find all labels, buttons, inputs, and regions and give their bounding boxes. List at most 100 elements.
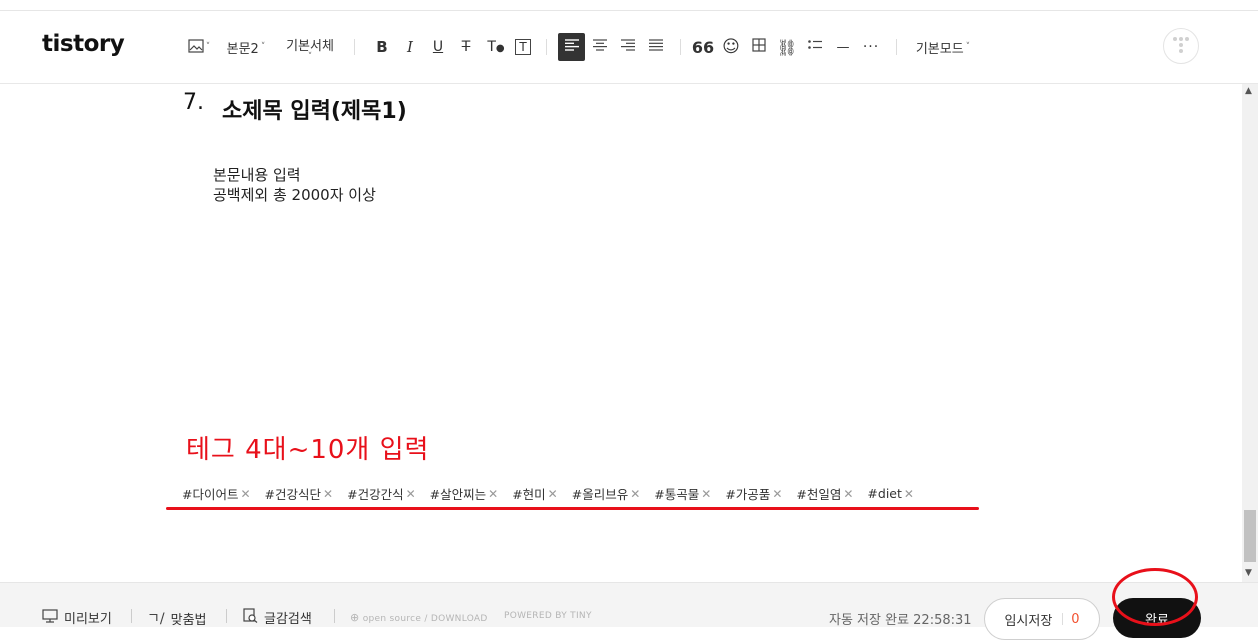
underline-icon: U [432,39,444,55]
close-icon[interactable]: ✕ [406,487,416,501]
scrollbar-thumb[interactable] [1244,510,1256,562]
spellcheck-icon: ㄱ/ [147,611,165,627]
image-button[interactable]: ˅ [184,33,214,61]
align-justify-icon [649,39,663,55]
opensource-label: open source / DOWNLOAD [362,614,488,624]
close-icon[interactable]: ✕ [772,487,782,501]
list-icon [808,39,822,55]
editor-content[interactable]: 7. 소제목 입력(제목1) 본문내용 입력 공백제외 총 2000자 이상 테… [0,84,1242,582]
align-left-icon [564,39,579,55]
preview-label: 미리보기 [64,612,112,627]
tistory-logo[interactable]: tistory [42,31,125,57]
align-right-button[interactable] [617,33,639,61]
top-strip [0,0,1258,11]
chevron-down-icon: ˅ [205,42,211,52]
align-center-button[interactable] [589,33,611,61]
tag-label: #살안찌는 [429,487,487,502]
close-icon[interactable]: ✕ [488,487,498,501]
toolbar-divider [546,39,547,55]
toolbar-divider [896,39,897,55]
bold-button[interactable]: B [372,33,392,61]
preview-button[interactable]: 미리보기 [42,608,112,627]
tistory-circle-icon [1173,37,1189,55]
align-justify-button[interactable] [645,33,667,61]
close-icon[interactable]: ✕ [240,487,250,501]
close-icon[interactable]: ✕ [904,487,914,501]
temp-save-count: 0 [1071,611,1080,627]
quote-button[interactable]: 66 [692,33,714,61]
opensource-icon: ⊕ [350,611,360,624]
tag-item: #현미 ✕ [512,484,558,503]
editor-toolbar: tistory ˅ 본문2 ˅ 기본서체 ˅ B I U T T● T 66 ☺ ⛓… [0,11,1258,84]
search-doc-icon [243,608,258,627]
tag-item: #올리브유 ✕ [572,484,641,503]
tag-item: #diet ✕ [867,486,914,501]
tag-label: #천일염 [796,487,842,502]
image-icon [188,38,204,56]
footer-divider [334,609,335,623]
tag-item: #천일염 ✕ [796,484,853,503]
list-button[interactable] [804,33,826,61]
paragraph-style-label: 본문2 [226,41,259,57]
font-family-select[interactable]: 기본서체 ˅ [282,33,338,62]
spellcheck-button[interactable]: ㄱ/ 맞춤법 [147,608,207,628]
tag-item: #다이어트 ✕ [182,484,251,503]
text-bg-button[interactable]: T [513,33,533,61]
table-icon [752,38,766,56]
align-left-button[interactable] [558,33,585,61]
spellcheck-label: 맞춤법 [170,612,207,628]
opensource-link[interactable]: ⊕ open source / DOWNLOAD [350,611,488,624]
tag-label: #올리브유 [571,487,629,502]
paragraph-style-select[interactable]: 본문2 ˅ [226,33,266,61]
temp-save-divider [1062,613,1064,625]
divider-icon: — [836,39,850,55]
close-icon[interactable]: ✕ [548,487,558,501]
heading-title: 소제목 입력(제목1) [222,99,407,124]
powered-by-label: POWERED BY TINY [504,611,592,621]
tag-label: #통곡물 [654,487,700,502]
search-material-label: 글감검색 [264,612,312,627]
scrollbar[interactable]: ▲ ▼ [1242,84,1258,582]
close-icon[interactable]: ✕ [843,487,853,501]
more-button[interactable]: ··· [860,33,882,61]
italic-button[interactable]: I [400,33,420,61]
close-icon[interactable]: ✕ [701,487,711,501]
temp-save-button[interactable]: 임시저장 0 [984,598,1100,640]
divider-button[interactable]: — [832,33,854,61]
tag-label: #diet [867,486,902,501]
scroll-up-icon[interactable]: ▲ [1245,86,1252,96]
body-line-1: 본문내용 입력 [213,166,301,184]
close-icon[interactable]: ✕ [630,487,640,501]
done-button[interactable]: 완료 [1113,598,1201,638]
underline-button[interactable]: U [428,33,448,61]
tag-label: #가공품 [725,487,771,502]
editor-mode-select[interactable]: 기본모드 ˅ [910,33,976,61]
bold-icon: B [376,38,388,56]
italic-icon: I [407,38,413,56]
close-icon[interactable]: ✕ [323,487,333,501]
emoji-button[interactable]: ☺ [720,33,742,61]
emoji-icon: ☺ [722,37,740,57]
link-button[interactable]: ⛓ [776,33,798,61]
tag-annotation: 테그 4대~10개 입력 [186,435,430,465]
tag-label: #현미 [512,487,546,502]
tag-item: #건강간식 ✕ [347,484,416,503]
editor-mode-label: 기본모드 [915,41,964,57]
search-material-button[interactable]: 글감검색 [243,608,312,627]
more-icon: ··· [862,39,880,55]
heading-number: 7. [183,90,204,115]
chevron-down-icon: ˅ [965,42,971,52]
strikethrough-button[interactable]: T [456,33,476,61]
tistory-menu-button[interactable] [1163,28,1199,64]
tag-item: #가공품 ✕ [725,484,782,503]
tag-label: #건강식단 [264,487,322,502]
scroll-down-icon[interactable]: ▼ [1245,568,1252,578]
red-underline-annotation [166,507,979,510]
tag-item: #살안찌는 ✕ [430,484,499,503]
text-color-button[interactable]: T● [484,33,508,61]
toolbar-divider [354,39,355,55]
chevron-down-icon: ˅ [307,51,313,62]
strikethrough-icon: T [461,39,471,55]
table-button[interactable] [748,33,770,61]
footer-divider [226,609,227,623]
